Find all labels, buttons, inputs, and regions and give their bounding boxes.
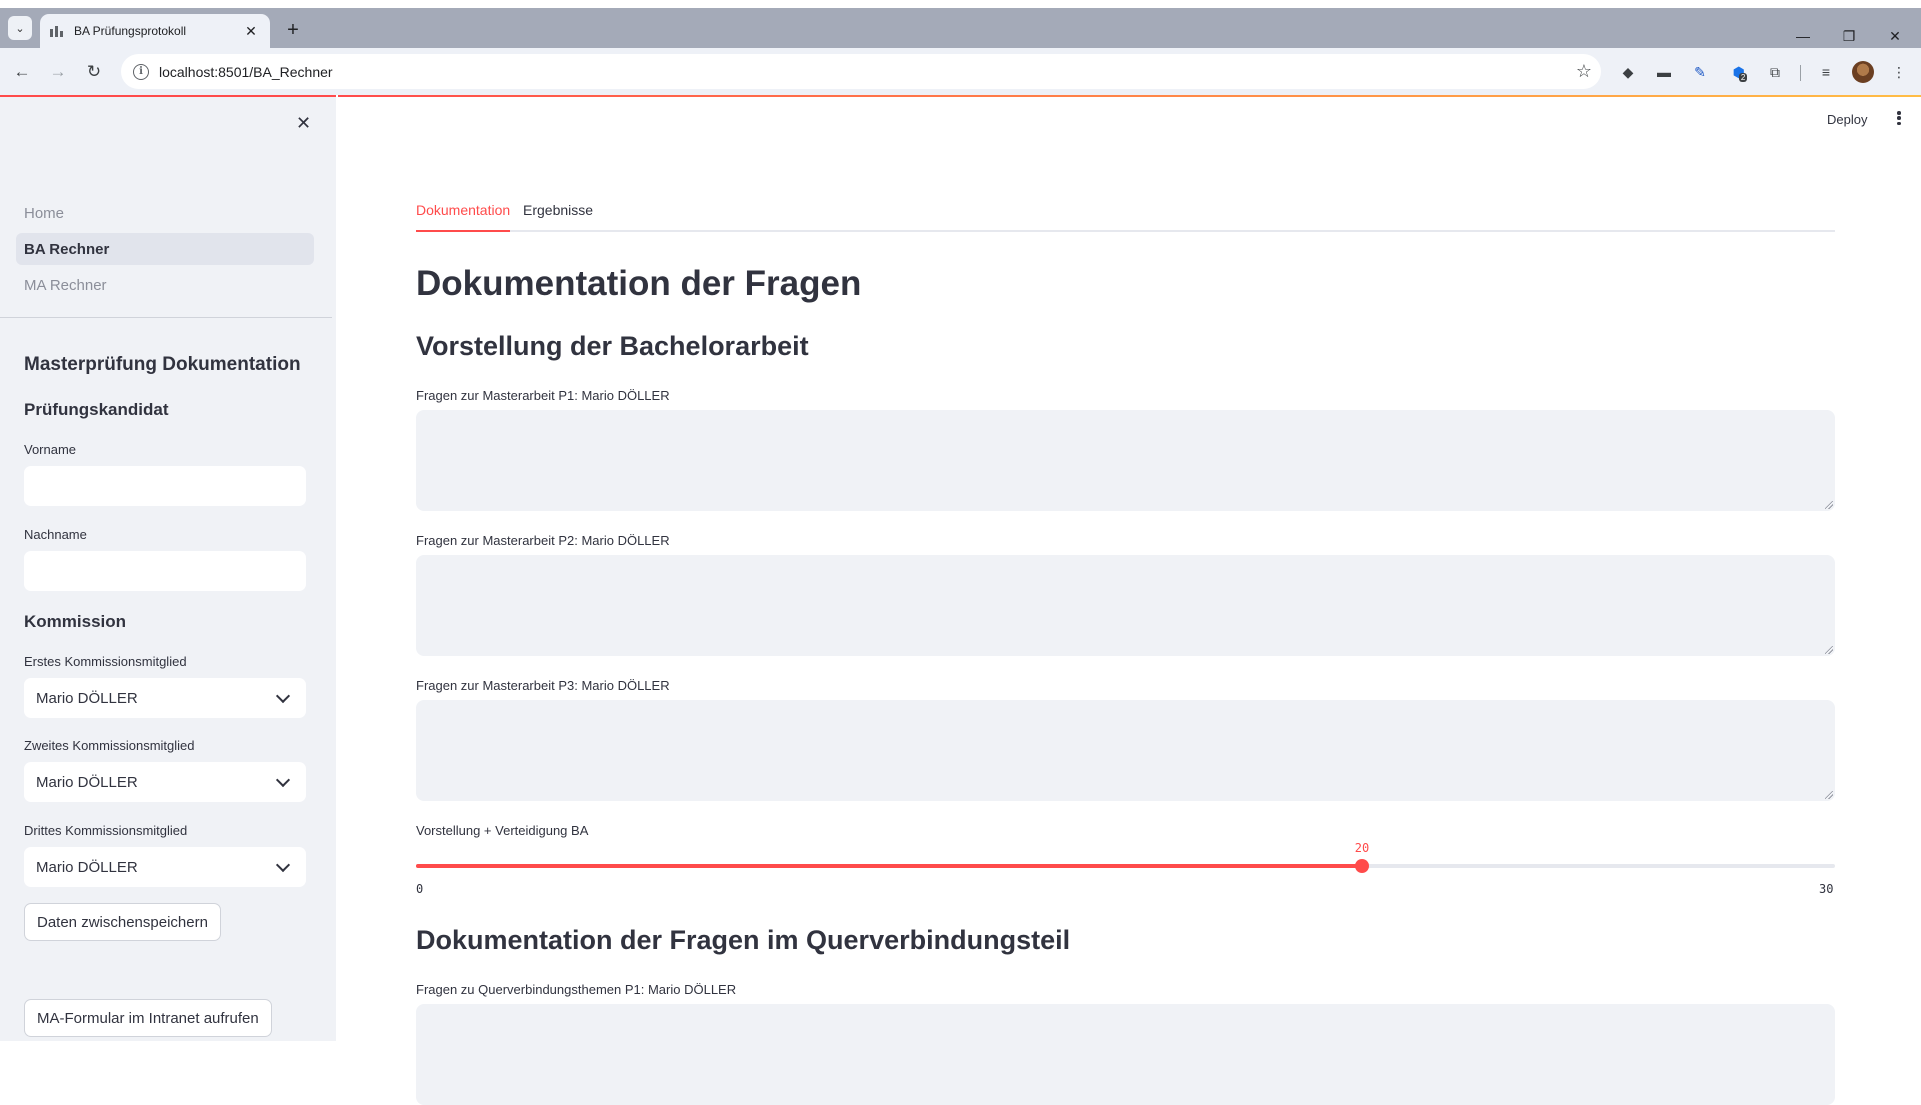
sidebar-item-ba-rechner[interactable]: BA Rechner: [16, 233, 314, 265]
question-p3-textarea[interactable]: [416, 700, 1835, 801]
question-p1-label: Fragen zur Masterarbeit P1: Mario DÖLLER: [416, 388, 670, 403]
sidebar-section-title: Masterprüfung Dokumentation: [24, 354, 301, 375]
reload-icon[interactable]: ↻: [82, 60, 106, 84]
section-heading-bachelorarbeit: Vorstellung der Bachelorarbeit: [416, 331, 809, 361]
page-title: Dokumentation der Fragen: [416, 264, 862, 303]
sidebar-divider: [0, 317, 332, 318]
tab-close-icon[interactable]: ✕: [242, 23, 260, 40]
sidebar-close-icon[interactable]: ✕: [296, 113, 311, 134]
cross-question-p1-textarea[interactable]: [416, 1004, 1835, 1105]
commission-member-2-label: Zweites Kommissionsmitglied: [24, 738, 195, 753]
slider-thumb[interactable]: [1355, 859, 1369, 873]
commission-member-1-select[interactable]: Mario DÖLLER: [24, 678, 306, 718]
resize-handle-icon[interactable]: [1825, 501, 1833, 509]
slider-value-label: 20: [1354, 841, 1370, 855]
profile-avatar[interactable]: [1852, 61, 1874, 83]
resize-handle-icon[interactable]: [1825, 646, 1833, 654]
commission-member-1-label: Erstes Kommissionsmitglied: [24, 654, 187, 669]
extension-3-icon[interactable]: ✎: [1689, 61, 1711, 83]
extension-1-icon[interactable]: ◆: [1617, 61, 1639, 83]
sidebar-item-ma-rechner[interactable]: MA Rechner: [16, 269, 314, 301]
commission-member-3-value: Mario DÖLLER: [36, 858, 138, 876]
tab-search-icon[interactable]: ⌄: [8, 16, 32, 40]
commission-member-3-select[interactable]: Mario DÖLLER: [24, 847, 306, 887]
streamlit-favicon-icon: [50, 25, 64, 37]
chevron-down-icon: [275, 688, 291, 703]
extension-2-icon[interactable]: ▬: [1653, 61, 1675, 83]
chevron-down-icon: [275, 857, 291, 872]
browser-tab-bar: ⌄ BA Prüfungsprotokoll ✕ + — ❐ ✕: [0, 8, 1921, 48]
sidebar-nav: Home BA Rechner MA Rechner: [16, 197, 314, 305]
extensions-puzzle-icon[interactable]: ⧉: [1764, 61, 1786, 83]
last-name-label: Nachname: [24, 527, 87, 542]
tab-dokumentation[interactable]: Dokumentation: [416, 202, 511, 232]
question-p1-textarea[interactable]: [416, 410, 1835, 511]
bookmark-star-icon[interactable]: ☆: [1567, 61, 1601, 82]
intranet-form-button[interactable]: MA-Formular im Intranet aufrufen: [24, 999, 272, 1037]
url-text[interactable]: localhost:8501/BA_Rechner: [159, 64, 1567, 80]
presentation-score-slider[interactable]: [416, 859, 1835, 873]
section-heading-querverbindung: Dokumentation der Fragen im Querverbindu…: [416, 925, 1071, 955]
address-bar[interactable]: i localhost:8501/BA_Rechner ☆: [121, 54, 1601, 89]
commission-member-2-select[interactable]: Mario DÖLLER: [24, 762, 306, 802]
back-icon[interactable]: ←: [10, 60, 34, 84]
commission-member-2-value: Mario DÖLLER: [36, 773, 138, 791]
extension-4-icon[interactable]: ⬢ 2: [1729, 61, 1751, 83]
sidebar: ✕ Home BA Rechner MA Rechner Masterprüfu…: [0, 95, 336, 1041]
slider-fill: [416, 864, 1362, 868]
new-tab-icon[interactable]: +: [282, 19, 304, 41]
sidebar-item-home[interactable]: Home: [16, 197, 314, 229]
browser-toolbar: ← → ↻ i localhost:8501/BA_Rechner ☆ ◆ ▬ …: [0, 48, 1921, 95]
toolbar-separator: [1800, 65, 1801, 81]
slider-label: Vorstellung + Verteidigung BA: [416, 823, 589, 838]
app-top-accent-line: [338, 95, 1921, 97]
browser-menu-icon[interactable]: ⋮: [1888, 61, 1910, 83]
question-p3-label: Fragen zur Masterarbeit P3: Mario DÖLLER: [416, 678, 670, 693]
chevron-down-icon: [275, 772, 291, 787]
browser-tab[interactable]: BA Prüfungsprotokoll ✕: [40, 14, 270, 48]
commission-member-3-label: Drittes Kommissionsmitglied: [24, 823, 188, 838]
question-p2-label: Fragen zur Masterarbeit P2: Mario DÖLLER: [416, 533, 670, 548]
forward-icon[interactable]: →: [46, 60, 70, 84]
slider-min-label: 0: [416, 882, 424, 896]
window-top-strip: [0, 0, 1921, 8]
extension-badge: 2: [1738, 72, 1748, 82]
media-control-icon[interactable]: ≡: [1815, 61, 1837, 83]
commission-heading: Kommission: [24, 612, 127, 631]
question-p2-textarea[interactable]: [416, 555, 1835, 656]
commission-member-1-value: Mario DÖLLER: [36, 689, 138, 707]
first-name-label: Vorname: [24, 442, 77, 457]
deploy-button[interactable]: Deploy: [1827, 112, 1867, 127]
first-name-field[interactable]: [24, 466, 306, 506]
browser-tab-title: BA Prüfungsprotokoll: [74, 24, 187, 38]
cross-question-p1-label: Fragen zu Querverbindungsthemen P1: Mari…: [416, 982, 737, 997]
last-name-field[interactable]: [24, 551, 306, 591]
app-menu-icon[interactable]: [1894, 109, 1904, 127]
save-data-button[interactable]: Daten zwischenspeichern: [24, 903, 221, 941]
resize-handle-icon[interactable]: [1825, 791, 1833, 799]
site-info-icon[interactable]: i: [133, 63, 149, 80]
slider-max-label: 30: [1819, 882, 1834, 896]
candidate-heading: Prüfungskandidat: [24, 400, 169, 419]
tab-ergebnisse[interactable]: Ergebnisse: [523, 202, 593, 230]
main-tabs: Dokumentation Ergebnisse: [416, 196, 1835, 232]
